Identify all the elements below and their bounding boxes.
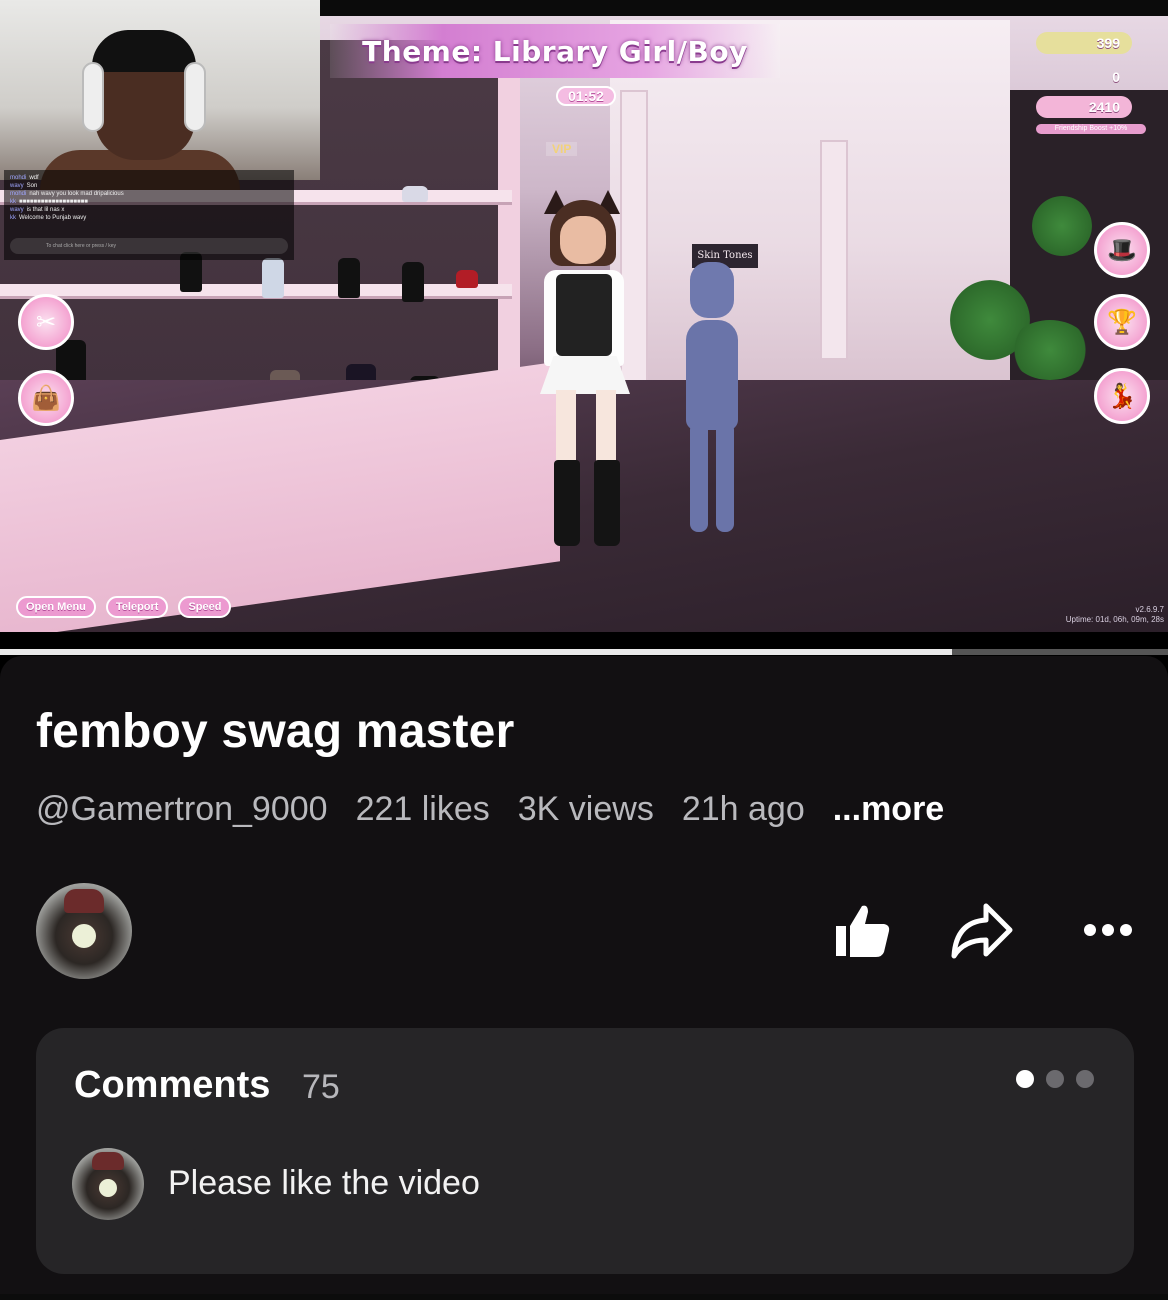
chat-input[interactable]: To chat click here or press / key bbox=[10, 238, 288, 254]
pose-icon[interactable]: 💃 bbox=[1094, 368, 1150, 424]
avatar-crown bbox=[64, 889, 104, 913]
avatar-boot bbox=[554, 460, 580, 546]
shoe bbox=[262, 258, 284, 298]
hat-glyph-icon: 🎩 bbox=[1107, 236, 1137, 264]
mannequin-leg bbox=[690, 422, 708, 532]
share-arrow-icon bbox=[951, 903, 1013, 959]
comments-pager bbox=[1016, 1070, 1094, 1088]
bottom-edge bbox=[0, 1294, 1168, 1300]
avatar-face bbox=[560, 216, 606, 264]
video-player[interactable]: mohdi wdf wavy Son mohdi nah wavy you look … bbox=[0, 0, 1168, 632]
like-count: 221 likes bbox=[355, 790, 490, 828]
chat-line: mohdi nah wavy you look mad dripalicious bbox=[10, 191, 124, 197]
trophy-glyph-icon: 🏆 bbox=[1107, 308, 1137, 336]
headphone-icon bbox=[184, 62, 206, 132]
chat-line: kk Welcome to Punjab wavy bbox=[10, 215, 87, 221]
comments-header: Comments bbox=[74, 1064, 271, 1106]
currency-counter: 2410 bbox=[1036, 96, 1132, 118]
pager-dot bbox=[1076, 1070, 1094, 1088]
more-dots-icon bbox=[1084, 924, 1132, 936]
uptime-label: Uptime: 01d, 06h, 09m, 28s bbox=[1065, 615, 1164, 624]
chat-line: wavy is that lil nas x bbox=[10, 207, 65, 213]
like-button[interactable] bbox=[830, 898, 894, 962]
avatar-skirt bbox=[540, 356, 630, 394]
shoe bbox=[402, 186, 428, 202]
player-avatar bbox=[530, 190, 640, 560]
version-info: v2.6.9.7 Uptime: 01d, 06h, 09m, 28s bbox=[1066, 605, 1164, 625]
chat-line: wavy Son bbox=[10, 183, 38, 189]
video-letterbox bbox=[320, 0, 1168, 16]
version-label: v2.6.9.7 bbox=[1135, 605, 1164, 614]
comments-count: 75 bbox=[302, 1068, 340, 1106]
comments-card[interactable]: Comments 75 Please like the video bbox=[36, 1028, 1134, 1274]
game-controls: Open Menu Teleport Speed bbox=[16, 596, 232, 618]
speed-button[interactable]: Speed bbox=[178, 596, 232, 618]
headphone-icon bbox=[82, 62, 104, 132]
star-counter: 399 bbox=[1036, 32, 1132, 54]
mannequin-head bbox=[690, 262, 734, 318]
thumbs-up-icon bbox=[836, 905, 890, 957]
progress-fill bbox=[0, 649, 952, 655]
mannequin-leg bbox=[716, 422, 734, 532]
purse-icon[interactable]: 👜 bbox=[18, 370, 74, 426]
video-meta: @Gamertron_9000 221 likes 3K views 21h a… bbox=[36, 790, 944, 829]
avatar-crown bbox=[92, 1152, 124, 1170]
share-button[interactable] bbox=[950, 898, 1014, 962]
pillar bbox=[820, 140, 848, 360]
upload-age: 21h ago bbox=[681, 790, 805, 828]
chat-line: kk ■■■■■■■■■■■■■■■■■■■ bbox=[10, 199, 88, 205]
friendship-boost: Friendship Boost +10% bbox=[1036, 124, 1146, 134]
channel-avatar[interactable] bbox=[36, 883, 132, 979]
scissors-icon: ✂ bbox=[35, 308, 57, 336]
video-progress-bar[interactable] bbox=[0, 649, 1168, 655]
pager-dot bbox=[1016, 1070, 1034, 1088]
view-count: 3K views bbox=[517, 790, 654, 828]
round-timer: 01:52 bbox=[556, 86, 616, 106]
more-options-button[interactable] bbox=[1076, 898, 1140, 962]
mannequin bbox=[676, 262, 756, 532]
plant bbox=[1010, 320, 1090, 380]
pose-glyph-icon: 💃 bbox=[1107, 382, 1137, 410]
teleport-button[interactable]: Teleport bbox=[105, 596, 169, 618]
bandana bbox=[92, 30, 196, 72]
mannequin-body bbox=[686, 320, 738, 430]
streamer-webcam bbox=[0, 0, 320, 190]
avatar-flower bbox=[72, 923, 96, 948]
vip-badge: VIP bbox=[546, 142, 578, 156]
more-link[interactable]: ...more bbox=[833, 790, 944, 829]
shoe bbox=[402, 262, 424, 302]
avatar-boot bbox=[594, 460, 620, 546]
game-chat: mohdi wdf wavy Son mohdi nah wavy you look … bbox=[4, 170, 294, 260]
shelf bbox=[0, 284, 512, 296]
shoe bbox=[456, 270, 478, 288]
gem-counter: 0 bbox=[1112, 69, 1120, 85]
comment-text: Please like the video bbox=[168, 1164, 480, 1202]
commenter-avatar bbox=[72, 1148, 144, 1220]
pager-dot bbox=[1046, 1070, 1064, 1088]
theme-banner: Theme: Library Girl/Boy bbox=[330, 24, 780, 78]
chat-line: mohdi wdf bbox=[10, 175, 39, 181]
hat-icon[interactable]: 🎩 bbox=[1094, 222, 1150, 278]
avatar-flower bbox=[99, 1178, 117, 1197]
avatar-vest bbox=[556, 274, 612, 356]
hanging-plant bbox=[1032, 196, 1092, 256]
open-menu-button[interactable]: Open Menu bbox=[16, 596, 96, 618]
channel-handle[interactable]: @Gamertron_9000 bbox=[36, 790, 328, 829]
video-title: femboy swag master bbox=[36, 705, 515, 758]
shears-icon[interactable]: ✂ bbox=[18, 294, 74, 350]
shoe bbox=[338, 258, 360, 298]
trophy-icon[interactable]: 🏆 bbox=[1094, 294, 1150, 350]
bag-icon: 👜 bbox=[31, 384, 61, 412]
